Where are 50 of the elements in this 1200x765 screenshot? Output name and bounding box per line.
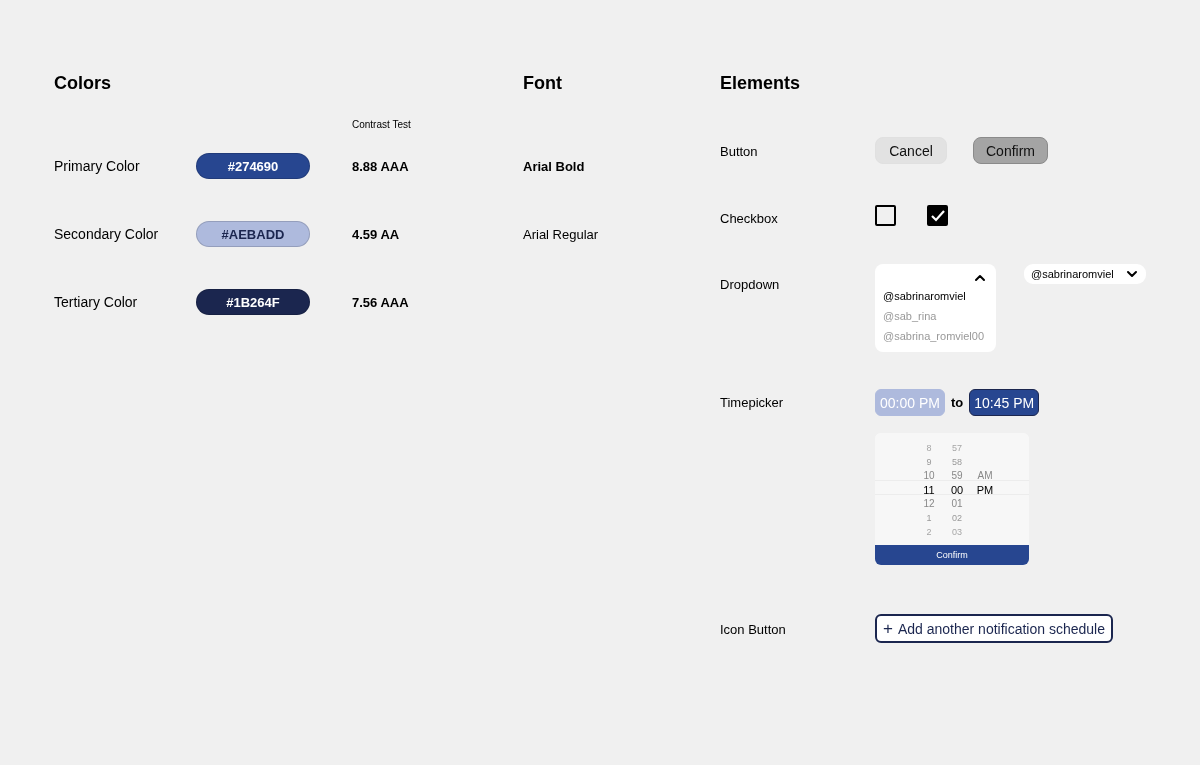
wheel-item[interactable]: 03 <box>943 525 971 539</box>
wheel-item[interactable]: 01 <box>943 497 971 511</box>
wheel-item[interactable]: 12 <box>915 497 943 511</box>
section-title: Font <box>523 72 562 94</box>
row-label: Dropdown <box>720 277 780 292</box>
row-label: Button <box>720 144 758 159</box>
wheel-item[interactable]: 00 <box>943 483 971 497</box>
contrast-score: 4.59 AA <box>352 226 400 242</box>
row-label: Icon Button <box>720 622 786 637</box>
wheel-item[interactable]: 02 <box>943 511 971 525</box>
wheel-item[interactable]: 1 <box>915 511 943 525</box>
wheel-item[interactable]: AM <box>971 469 999 483</box>
wheel-item[interactable]: 2 <box>915 525 943 539</box>
color-name: Secondary Color <box>54 226 159 242</box>
color-swatch: #274690 <box>196 153 310 179</box>
cancel-button[interactable]: Cancel <box>875 137 947 164</box>
time-field[interactable]: 10:45 PM <box>969 389 1040 416</box>
wheel-item[interactable]: 11 <box>915 483 943 497</box>
wheel-item[interactable]: 8 <box>915 441 943 455</box>
color-swatch: #AEBADD <box>196 221 310 247</box>
font-sample: Arial Bold <box>523 158 585 174</box>
add-schedule-button[interactable]: + Add another notification schedule <box>875 614 1113 643</box>
color-swatch: #1B264F <box>196 289 310 315</box>
wheel-item[interactable]: 59 <box>943 469 971 483</box>
time-field[interactable]: 00:00 PM <box>875 389 945 416</box>
row-label: Timepicker <box>720 395 784 410</box>
section-title: Colors <box>54 72 111 94</box>
dropdown-menu[interactable]: @sabrinaromviel @sab_rina @sabrina_romviel00 <box>875 264 996 352</box>
color-name: Primary Color <box>54 158 140 174</box>
contrast-score: 7.56 AAA <box>352 294 409 310</box>
column-heading: Contrast Test <box>352 119 411 130</box>
section-title: Elements <box>720 72 801 94</box>
wheel-item[interactable]: 10 <box>915 469 943 483</box>
dropdown-option[interactable]: @sabrinaromviel <box>883 286 966 306</box>
wheel-item[interactable]: 58 <box>943 455 971 469</box>
wheel-item[interactable]: 9 <box>915 455 943 469</box>
color-name: Tertiary Color <box>54 294 138 310</box>
row-label: Checkbox <box>720 211 778 226</box>
dropdown-option[interactable]: @sabrina_romviel00 <box>883 326 985 346</box>
checkbox[interactable] <box>875 205 896 226</box>
wheel-item[interactable]: 57 <box>943 441 971 455</box>
wheel-item[interactable]: PM <box>971 483 999 497</box>
confirm-button[interactable]: Confirm <box>973 137 1048 164</box>
separator-text: to <box>950 395 964 410</box>
font-sample: Arial Regular <box>523 226 599 242</box>
contrast-score: 8.88 AAA <box>352 158 409 174</box>
checkbox[interactable] <box>927 205 948 226</box>
confirm-button[interactable]: Confirm <box>875 545 1029 565</box>
dropdown-option[interactable]: @sab_rina <box>883 306 937 326</box>
dropdown-select[interactable]: @sabrinaromviel <box>1024 264 1146 284</box>
